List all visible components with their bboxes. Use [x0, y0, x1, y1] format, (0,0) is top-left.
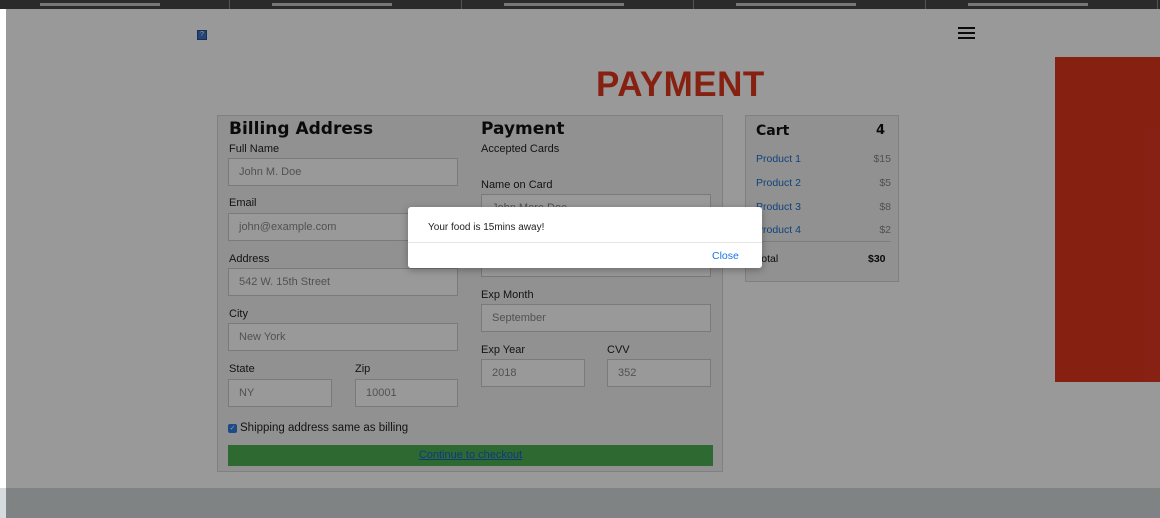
- browser-tab[interactable]: [928, 0, 1158, 9]
- modal-message: Your food is 15mins away!: [428, 222, 545, 233]
- modal-close-button[interactable]: Close: [712, 250, 739, 262]
- browser-tab-strip: [0, 0, 1160, 9]
- modal-divider: [408, 242, 762, 243]
- browser-tab[interactable]: [0, 0, 230, 9]
- notification-modal: Your food is 15mins away! Close: [408, 207, 762, 268]
- browser-tab[interactable]: [464, 0, 694, 9]
- browser-tab[interactable]: [232, 0, 462, 9]
- browser-tab[interactable]: [696, 0, 926, 9]
